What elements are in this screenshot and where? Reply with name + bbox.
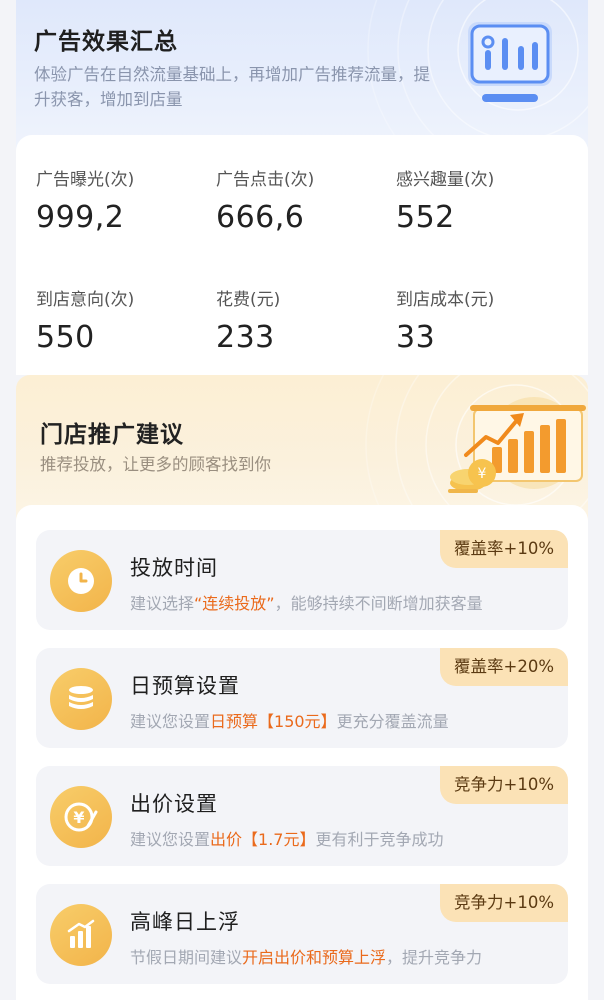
page-title: 广告效果汇总 xyxy=(34,29,178,55)
stat-value: 666,6 xyxy=(216,200,305,235)
section-title: 门店推广建议 xyxy=(40,422,184,448)
stat-value: 550 xyxy=(36,320,95,355)
coverage-badge: 覆盖率+20% xyxy=(440,648,568,686)
coverage-badge: 覆盖率+10% xyxy=(440,530,568,568)
stat-interest: 感兴趣量(次) 552 xyxy=(396,165,576,235)
highlight-text: 出价【1.7元】 xyxy=(210,830,316,849)
stat-value: 999,2 xyxy=(36,200,125,235)
stat-label: 花费(元) xyxy=(216,290,281,310)
promo-header: 门店推广建议 推荐投放，让更多的顾客找到你 ¥ xyxy=(16,375,588,525)
suggestion-desc: 建议您设置日预算【150元】更充分覆盖流量 xyxy=(130,712,449,731)
section-subtitle: 推荐投放，让更多的顾客找到你 xyxy=(40,455,271,474)
growth-chart-icon: ¥ xyxy=(448,397,586,493)
stat-value: 233 xyxy=(216,320,275,355)
page-subtitle: 体验广告在自然流量基础上，再增加广告推荐流量，提升获客，增加到店量 xyxy=(34,65,430,109)
monitor-chart-icon xyxy=(468,22,552,102)
bar-chart-icon xyxy=(50,904,112,966)
stat-value: 33 xyxy=(396,320,436,355)
competitiveness-badge: 竞争力+10% xyxy=(440,884,568,922)
suggestion-card-peak-day[interactable]: 高峰日上浮 节假日期间建议开启出价和预算上浮，提升竞争力 竞争力+10% xyxy=(36,884,568,984)
suggestion-card-schedule[interactable]: 投放时间 建议选择“连续投放”，能够持续不间断增加获客量 覆盖率+10% xyxy=(36,530,568,630)
suggestion-desc: 建议您设置出价【1.7元】更有利于竞争成功 xyxy=(130,830,444,849)
stat-label: 广告点击(次) xyxy=(216,170,315,190)
suggestion-card-budget[interactable]: 日预算设置 建议您设置日预算【150元】更充分覆盖流量 覆盖率+20% xyxy=(36,648,568,748)
svg-text:¥: ¥ xyxy=(73,808,84,827)
suggestion-card-bid[interactable]: ¥ 出价设置 建议您设置出价【1.7元】更有利于竞争成功 竞争力+10% xyxy=(36,766,568,866)
yuan-icon: ¥ xyxy=(50,786,112,848)
stat-label: 感兴趣量(次) xyxy=(396,170,495,190)
suggestion-desc: 建议选择“连续投放”，能够持续不间断增加获客量 xyxy=(130,594,483,613)
highlight-text: 日预算【150元】 xyxy=(210,712,337,731)
stat-clicks: 广告点击(次) 666,6 xyxy=(216,165,396,235)
suggestion-title: 高峰日上浮 xyxy=(130,910,240,934)
suggestion-desc: 节假日期间建议开启出价和预算上浮，提升竞争力 xyxy=(130,948,483,967)
suggestion-title: 出价设置 xyxy=(130,792,218,816)
suggestions-list: 投放时间 建议选择“连续投放”，能够持续不间断增加获客量 覆盖率+10% 日预算… xyxy=(16,505,588,1000)
suggestion-title: 投放时间 xyxy=(130,556,218,580)
stat-visit-cost: 到店成本(元) 33 xyxy=(396,285,576,355)
suggestion-title: 日预算设置 xyxy=(130,674,240,698)
stat-value: 552 xyxy=(396,200,455,235)
ad-summary-page: 广告效果汇总 体验广告在自然流量基础上，再增加广告推荐流量，提升获客，增加到店量… xyxy=(0,0,604,1000)
stat-label: 到店成本(元) xyxy=(396,290,495,310)
stat-label: 广告曝光(次) xyxy=(36,170,135,190)
stats-card: 广告曝光(次) 999,2 广告点击(次) 666,6 感兴趣量(次) 552 … xyxy=(16,135,588,375)
highlight-text: 开启出价和预算上浮 xyxy=(242,948,387,967)
clock-icon xyxy=(50,550,112,612)
coins-icon xyxy=(50,668,112,730)
stat-visit-intent: 到店意向(次) 550 xyxy=(36,285,216,355)
stat-label: 到店意向(次) xyxy=(36,290,135,310)
highlight-text: “连续投放” xyxy=(194,594,275,613)
competitiveness-badge: 竞争力+10% xyxy=(440,766,568,804)
svg-text:¥: ¥ xyxy=(478,466,487,482)
stat-cost: 花费(元) 233 xyxy=(216,285,396,355)
stat-exposure: 广告曝光(次) 999,2 xyxy=(36,165,216,235)
